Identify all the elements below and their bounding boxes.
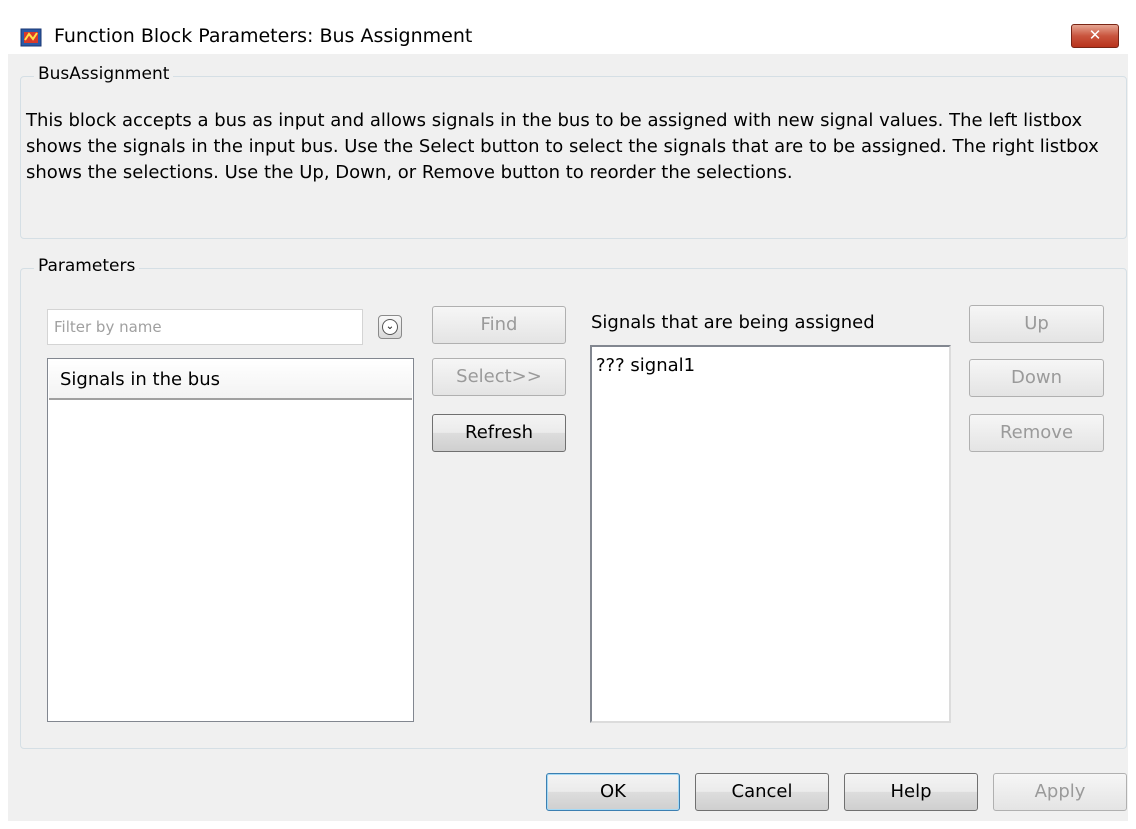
cancel-button[interactable]: Cancel [695,773,829,811]
up-button[interactable]: Up [969,305,1104,343]
find-button-label: Find [480,314,518,335]
remove-button-label: Remove [999,422,1074,443]
remove-button[interactable]: Remove [969,414,1104,452]
ok-button-label: OK [600,781,626,802]
block-description: This block accepts a bus as input and al… [26,110,1099,183]
assigned-signals-label: Signals that are being assigned [591,312,875,333]
list-item[interactable]: ??? signal1 [596,355,695,376]
close-icon: ✕ [1088,26,1102,44]
window-title: Function Block Parameters: Bus Assignmen… [54,25,473,47]
filter-input[interactable] [47,309,363,345]
cancel-button-label: Cancel [731,781,793,802]
title-bar[interactable]: Function Block Parameters: Bus Assignmen… [0,0,1136,54]
signals-in-bus-list[interactable]: Signals in the bus [47,358,414,722]
refresh-button[interactable]: Refresh [432,414,566,452]
simulink-block-icon [20,26,42,48]
select-button-label: Select>> [456,366,542,387]
filter-options-button[interactable]: ⌄ [378,315,402,339]
close-button[interactable]: ✕ [1071,24,1119,48]
signals-in-bus-header[interactable]: Signals in the bus [49,360,412,400]
find-button[interactable]: Find [432,306,566,344]
assigned-signals-list[interactable]: ??? signal1 [590,345,951,723]
apply-button-label: Apply [1034,781,1086,802]
refresh-button-label: Refresh [465,422,533,443]
apply-button[interactable]: Apply [993,773,1127,811]
parameters-group-legend: Parameters [34,256,140,276]
chevron-down-icon: ⌄ [382,319,398,335]
block-group-legend: BusAssignment [34,64,174,84]
down-button-label: Down [1010,367,1062,388]
help-button[interactable]: Help [844,773,978,811]
ok-button[interactable]: OK [546,773,680,811]
down-button[interactable]: Down [969,359,1104,397]
help-button-label: Help [890,781,932,802]
select-button[interactable]: Select>> [432,358,566,396]
up-button-label: Up [1024,313,1049,334]
